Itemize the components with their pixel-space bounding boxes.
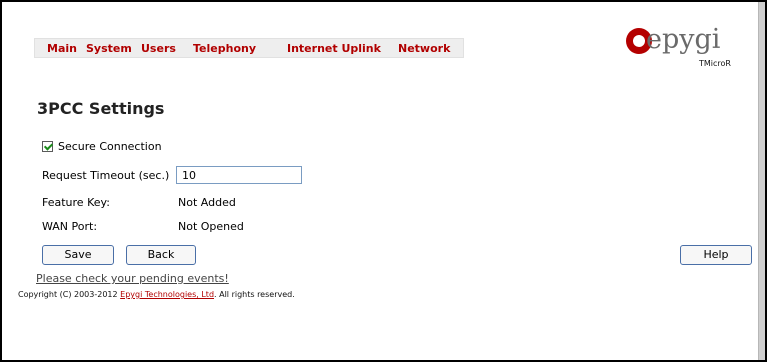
secure-connection-checkbox[interactable]: [42, 141, 53, 152]
menu-users[interactable]: Users: [141, 42, 176, 55]
menu-main[interactable]: Main: [47, 42, 77, 55]
back-button[interactable]: Back: [126, 245, 196, 265]
feature-key-label: Feature Key:: [42, 196, 110, 209]
help-button[interactable]: Help: [680, 245, 752, 265]
top-menu: Main System Users Telephony Internet Upl…: [34, 38, 464, 58]
logo-subtitle: TMicroR: [699, 59, 731, 68]
feature-key-value: Not Added: [178, 196, 236, 209]
wan-port-value: Not Opened: [178, 220, 244, 233]
menu-network[interactable]: Network: [398, 42, 450, 55]
menu-telephony[interactable]: Telephony: [193, 42, 256, 55]
copyright-text: Copyright (C) 2003-2012 Epygi Technologi…: [18, 290, 295, 299]
page-title: 3PCC Settings: [37, 99, 165, 118]
pending-events-link[interactable]: Please check your pending events!: [36, 272, 229, 285]
company-link[interactable]: Epygi Technologies, Ltd: [120, 290, 214, 299]
menu-internet-uplink[interactable]: Internet Uplink: [287, 42, 381, 55]
copyright-prefix: Copyright (C) 2003-2012: [18, 290, 121, 299]
request-timeout-label: Request Timeout (sec.): [42, 169, 170, 182]
save-button[interactable]: Save: [42, 245, 114, 265]
copyright-suffix: . All rights reserved.: [214, 290, 295, 299]
logo-word: epygi: [646, 24, 721, 55]
menu-system[interactable]: System: [86, 42, 132, 55]
request-timeout-input[interactable]: 10: [176, 166, 302, 184]
wan-port-label: WAN Port:: [42, 220, 98, 233]
brand-logo: epygi TMicroR: [626, 24, 736, 88]
secure-connection-label: Secure Connection: [58, 140, 162, 153]
